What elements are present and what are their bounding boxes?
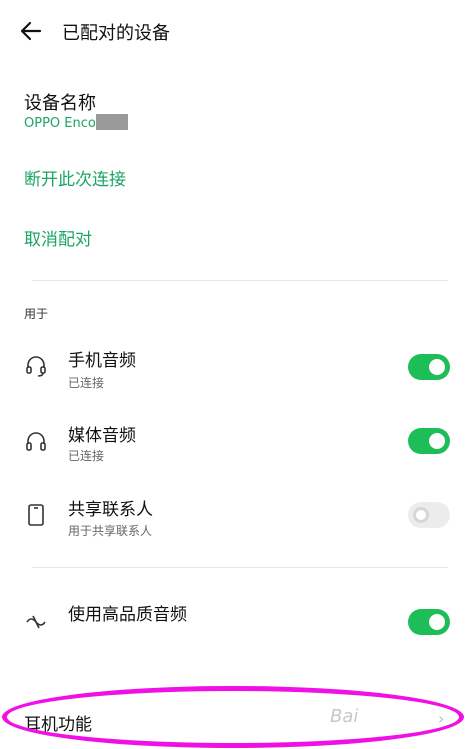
media-audio-toggle[interactable] [408, 428, 450, 454]
highlight-annotation [2, 686, 464, 748]
profile-title: 媒体音频 [68, 426, 136, 446]
profile-title: 手机音频 [68, 351, 136, 371]
unpair-button[interactable]: 取消配对 [24, 225, 92, 250]
divider [32, 567, 448, 568]
profile-subtitle: 已连接 [68, 449, 105, 463]
disconnect-button[interactable]: 断开此次连接 [24, 165, 126, 190]
top-bar: 已配对的设备 [0, 0, 472, 62]
redaction-box [96, 114, 128, 130]
profile-subtitle: 用于共享联系人 [68, 524, 153, 538]
toggle-knob [413, 507, 429, 523]
profile-row-media-audio[interactable]: 媒体音频 已连接 [0, 415, 472, 475]
device-name-label[interactable]: 设备名称 [24, 89, 96, 115]
profile-row-phone-audio[interactable]: 手机音频 已连接 [0, 340, 472, 400]
headphones-icon [26, 432, 46, 451]
hq-audio-row[interactable]: 使用高品质音频 [0, 596, 472, 656]
page-title: 已配对的设备 [62, 23, 170, 44]
headset-icon [26, 356, 46, 377]
hq-audio-title: 使用高品质音频 [68, 605, 187, 625]
profile-row-contact-sharing[interactable]: 共享联系人 用于共享联系人 [0, 490, 472, 550]
hq-audio-toggle[interactable] [408, 609, 450, 635]
phone-icon [28, 504, 44, 526]
contact-sharing-toggle[interactable] [408, 502, 450, 528]
toggle-knob [429, 614, 445, 630]
device-name-value: OPPO Enco [24, 116, 96, 131]
phone-audio-toggle[interactable] [408, 354, 450, 380]
profile-subtitle: 已连接 [68, 376, 105, 390]
section-label: 用于 [24, 307, 49, 321]
arrow-left-icon[interactable] [18, 18, 44, 44]
toggle-knob [429, 433, 445, 449]
toggle-knob [429, 359, 445, 375]
profile-title: 共享联系人 [68, 500, 153, 520]
hd-audio-icon [26, 615, 46, 629]
divider [32, 280, 448, 281]
